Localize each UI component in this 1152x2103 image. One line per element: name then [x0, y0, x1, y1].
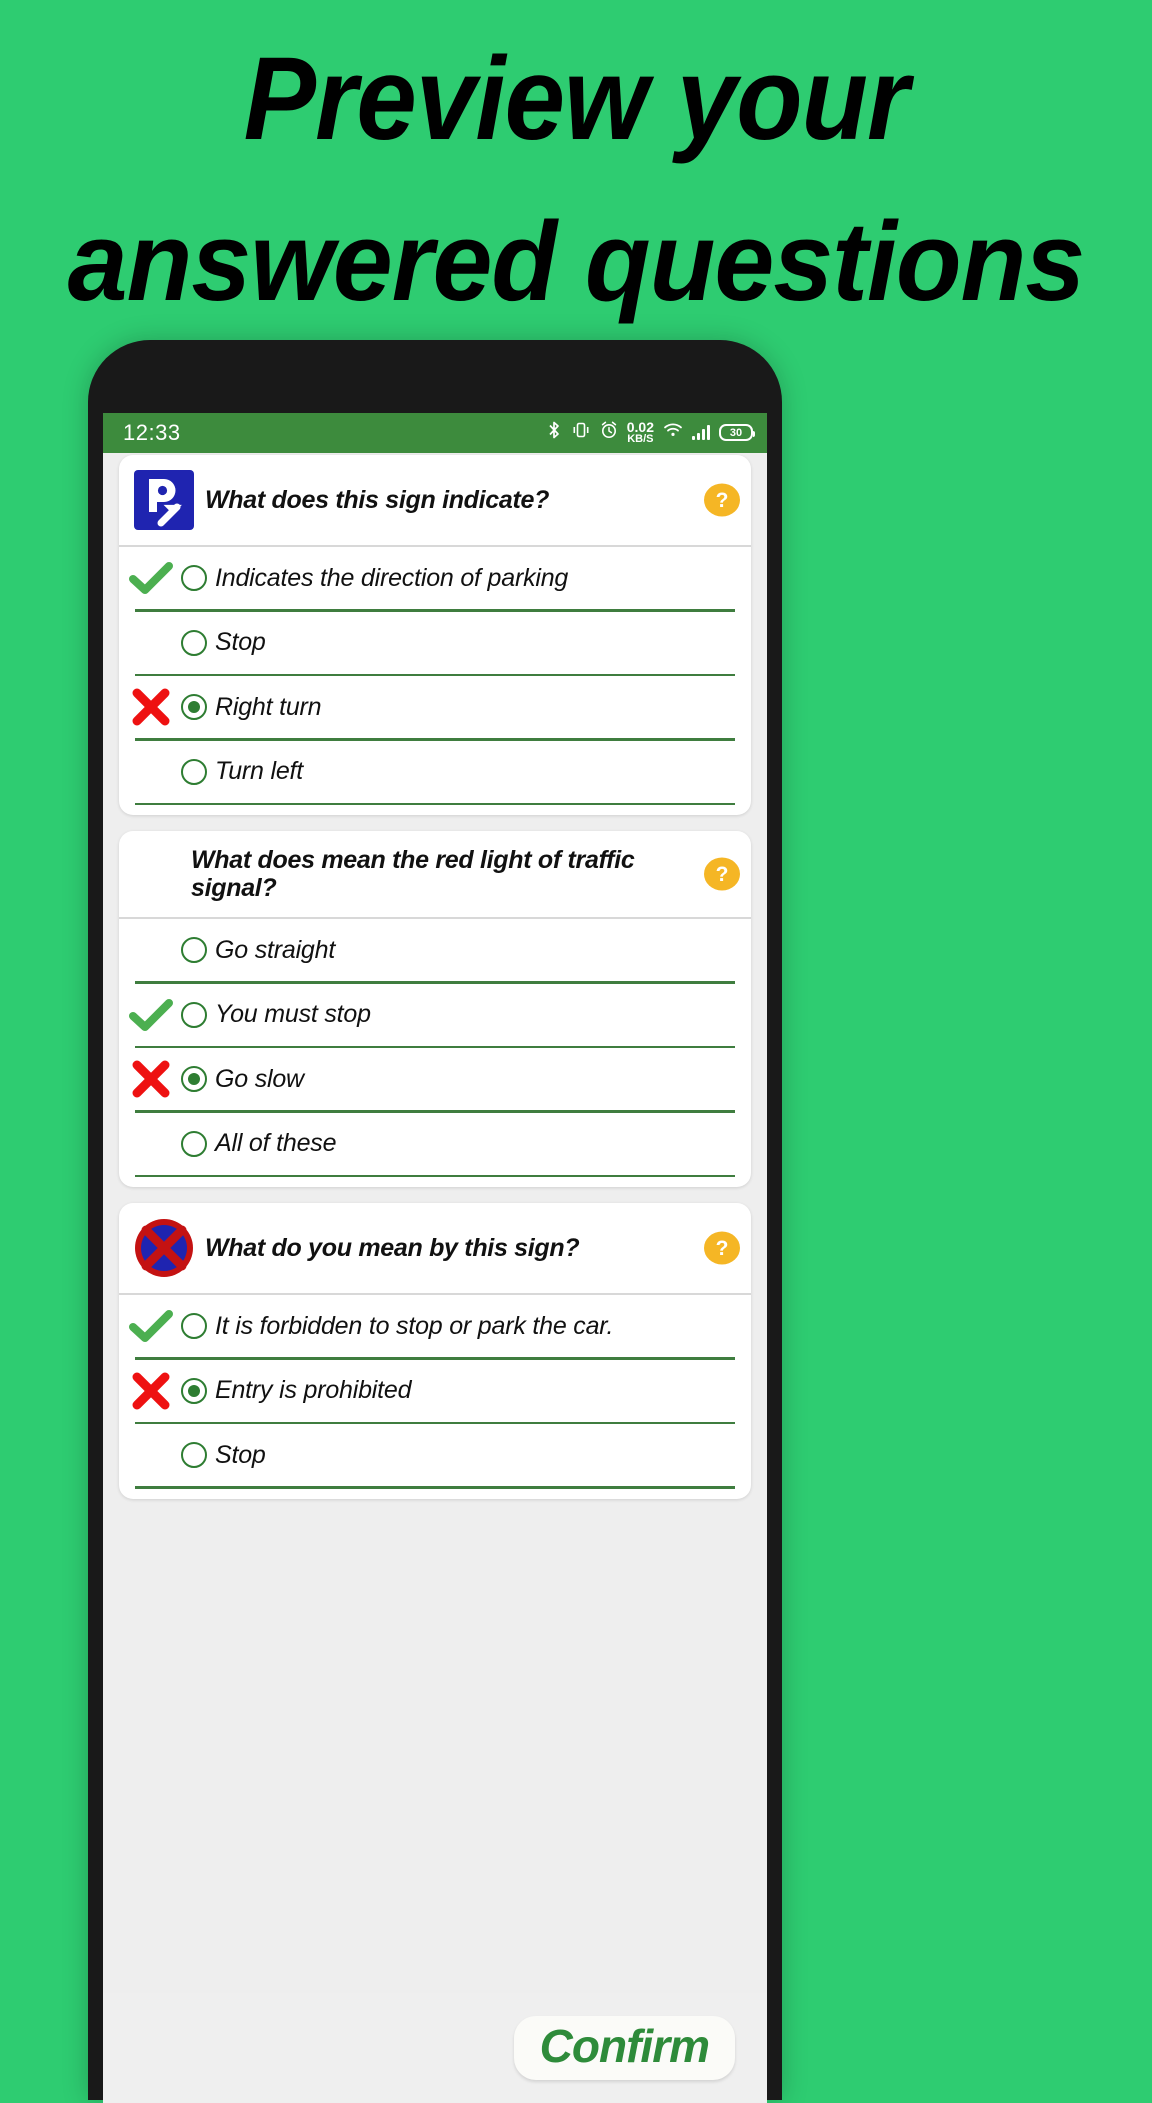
- option-label: Go straight: [215, 935, 336, 964]
- help-icon[interactable]: ?: [703, 481, 741, 519]
- help-icon[interactable]: ?: [703, 855, 741, 893]
- correct-check-icon: [129, 1308, 173, 1344]
- option-label: Stop: [215, 628, 266, 656]
- option-list: Go straight You must stop Go slow All of …: [119, 919, 751, 1187]
- option-list: It is forbidden to stop or park the car.…: [119, 1295, 751, 1499]
- net-speed-icon: 0.02 KB/S: [626, 419, 654, 446]
- vibrate-icon: [571, 421, 591, 444]
- wifi-icon: [663, 422, 683, 443]
- radio-button[interactable]: [181, 1001, 207, 1028]
- option-separator: [135, 802, 735, 805]
- correct-check-icon: [129, 997, 173, 1033]
- radio-button[interactable]: [181, 1377, 207, 1404]
- question-card: What do you mean by this sign? ? It is f…: [119, 1203, 751, 1499]
- parking-direction-sign: [133, 469, 195, 531]
- option-label: Turn left: [215, 757, 304, 785]
- option-separator: [135, 1486, 735, 1489]
- svg-text:?: ?: [716, 863, 729, 886]
- radio-button[interactable]: [181, 565, 207, 591]
- battery-level: 30: [729, 426, 743, 439]
- wrong-cross-icon: [129, 1372, 173, 1409]
- option-separator: [135, 1174, 735, 1177]
- option-mark-empty: [129, 932, 173, 968]
- option-row[interactable]: Stop: [129, 612, 741, 674]
- question-header: What do you mean by this sign? ?: [119, 1203, 751, 1293]
- svg-text:?: ?: [716, 489, 729, 512]
- option-mark-empty: [129, 1126, 173, 1162]
- option-label: Right turn: [215, 692, 322, 721]
- option-label: All of these: [215, 1129, 337, 1157]
- help-icon[interactable]: ?: [703, 1229, 741, 1267]
- wrong-cross-icon: [132, 1372, 170, 1409]
- parking-direction-sign-glyph: [134, 470, 194, 530]
- question-card: What does this sign indicate? ? Indicate…: [119, 455, 751, 815]
- correct-check-icon: [129, 1310, 173, 1342]
- option-row[interactable]: Indicates the direction of parking: [129, 547, 741, 609]
- option-label: It is forbidden to stop or park the car.: [215, 1311, 614, 1340]
- radio-button[interactable]: [181, 937, 207, 963]
- wrong-cross-icon: [129, 1060, 173, 1098]
- option-row[interactable]: Entry is prohibited: [129, 1360, 741, 1422]
- option-mark-empty: [129, 1437, 173, 1473]
- radio-button[interactable]: [181, 629, 207, 656]
- battery-icon: 30: [719, 424, 755, 442]
- radio-button[interactable]: [181, 1442, 207, 1468]
- wrong-cross-icon: [132, 688, 170, 726]
- status-bar: 12:33 0.02 KB/S 30: [103, 413, 767, 453]
- correct-check-icon: [129, 560, 173, 596]
- option-mark-empty: [129, 625, 173, 661]
- signal-icon: [692, 425, 710, 441]
- net-speed-unit: KB/S: [627, 433, 654, 446]
- headline-line-1: Preview your: [243, 33, 910, 165]
- option-label: Indicates the direction of parking: [215, 563, 569, 592]
- option-list: Indicates the direction of parking Stop R…: [119, 547, 751, 815]
- wrong-cross-icon: [129, 688, 173, 726]
- option-label: Entry is prohibited: [215, 1376, 412, 1404]
- net-speed-value: 0.02: [626, 419, 654, 436]
- phone-screen: 12:33 0.02 KB/S 30 What does this sign i…: [103, 413, 767, 2103]
- no-stopping-sign: [133, 1217, 195, 1279]
- option-row[interactable]: It is forbidden to stop or park the car.: [129, 1295, 741, 1357]
- question-list[interactable]: What does this sign indicate? ? Indicate…: [103, 453, 767, 2033]
- correct-check-icon: [129, 998, 173, 1031]
- question-text: What does this sign indicate?: [205, 485, 550, 514]
- phone-mockup-frame: 12:33 0.02 KB/S 30 What does this sign i…: [88, 340, 782, 2103]
- status-bar-time: 12:33: [123, 420, 181, 445]
- status-bar-icons: 0.02 KB/S 30: [546, 419, 755, 446]
- radio-button[interactable]: [181, 1313, 207, 1339]
- question-text: What does mean the red light of traffic …: [191, 845, 635, 903]
- headline-line-2: answered questions: [67, 199, 1085, 324]
- option-label: Go slow: [215, 1064, 304, 1093]
- svg-text:?: ?: [716, 1237, 729, 1260]
- radio-button[interactable]: [181, 1066, 207, 1092]
- option-row[interactable]: Turn left: [129, 741, 741, 803]
- question-header: What does this sign indicate? ?: [119, 455, 751, 545]
- option-row[interactable]: Go slow: [129, 1048, 741, 1110]
- bottom-action-bar: Confirm: [103, 1993, 767, 2103]
- bluetooth-icon: [546, 421, 562, 444]
- option-mark-empty: [129, 754, 173, 790]
- option-row[interactable]: Stop: [129, 1424, 741, 1486]
- option-row[interactable]: Go straight: [129, 919, 741, 981]
- promo-headline: Preview your answered questions: [0, 28, 1152, 318]
- question-card: What does mean the red light of traffic …: [119, 831, 751, 1187]
- question-header: What does mean the red light of traffic …: [119, 831, 751, 917]
- no-stopping-sign-glyph: [135, 1219, 193, 1277]
- option-row[interactable]: Right turn: [129, 676, 741, 738]
- option-label: Stop: [215, 1440, 266, 1469]
- option-label: You must stop: [215, 1000, 371, 1028]
- radio-button[interactable]: [181, 694, 207, 720]
- radio-button[interactable]: [181, 1130, 207, 1157]
- alarm-icon: [600, 421, 618, 444]
- radio-button[interactable]: [181, 758, 207, 785]
- correct-check-icon: [129, 562, 173, 594]
- option-row[interactable]: All of these: [129, 1113, 741, 1175]
- question-text: What do you mean by this sign?: [205, 1233, 580, 1262]
- wrong-cross-icon: [132, 1060, 170, 1098]
- option-row[interactable]: You must stop: [129, 984, 741, 1046]
